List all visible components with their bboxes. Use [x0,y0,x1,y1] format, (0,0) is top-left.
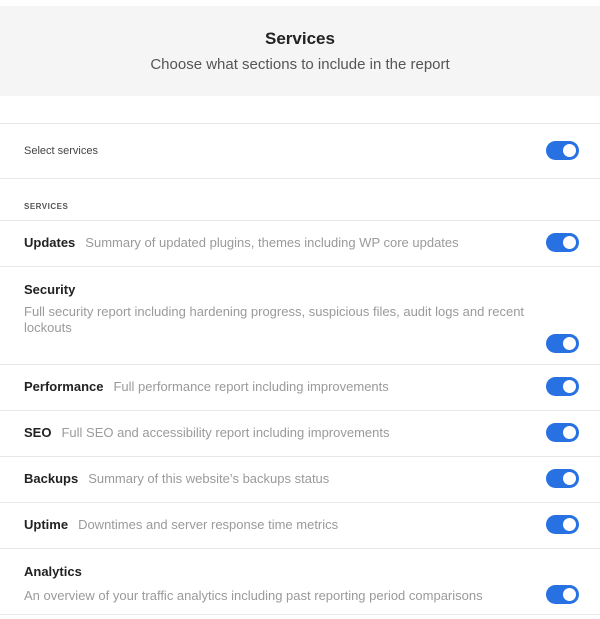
select-services-label: Select services [24,145,98,157]
toggle-knob [563,588,576,601]
toggle-updates[interactable] [546,233,579,252]
service-desc-updates: Summary of updated plugins, themes inclu… [85,235,459,250]
toggle-knob [563,380,576,393]
page-title: Services [265,29,335,48]
toggle-knob [563,337,576,350]
toggle-uptime[interactable] [546,515,579,534]
divider [0,548,600,549]
toggle-knob [563,236,576,249]
section-label: SERVICES [24,202,69,211]
divider [0,178,600,179]
service-name-updates: Updates [24,235,76,250]
service-name-performance: Performance [24,379,104,394]
service-desc-uptime: Downtimes and server response time metri… [78,517,339,532]
service-row-updates: Updates Summary of updated plugins, theme… [24,235,459,251]
toggle-knob [563,472,576,485]
toggle-seo[interactable] [546,423,579,442]
toggle-knob [563,426,576,439]
toggle-knob [563,144,576,157]
service-row-backups: Backups Summary of this website’s backups… [24,471,329,487]
service-name-uptime: Uptime [24,517,69,532]
toggle-knob [563,518,576,531]
service-desc-seo: Full SEO and accessibility report includ… [61,425,390,440]
page-header: Services Choose what sections to include… [0,6,600,96]
service-desc-performance: Full performance report including improv… [113,379,389,394]
divider [0,123,600,124]
service-row-analytics: Analytics [24,564,92,580]
divider [0,364,600,365]
service-desc-backups: Summary of this website’s backups status [88,471,330,486]
divider [0,266,600,267]
service-row-uptime: Uptime Downtimes and server response time… [24,517,338,533]
service-desc-analytics: An overview of your traffic analytics in… [24,588,483,603]
divider [0,614,600,615]
toggle-performance[interactable] [546,377,579,396]
service-desc-security: Full security report including hardening… [24,304,525,335]
toggle-analytics[interactable] [546,585,579,604]
service-row-security: Security [24,282,85,298]
service-row-performance: Performance Full performance report inclu… [24,379,389,395]
divider [0,502,600,503]
service-name-backups: Backups [24,471,79,486]
toggle-backups[interactable] [546,469,579,488]
toggle-security[interactable] [546,334,579,353]
service-name-security: Security [24,282,76,297]
divider [0,456,600,457]
select-services-toggle[interactable] [546,141,579,160]
service-name-seo: SEO [24,425,52,440]
service-name-analytics: Analytics [24,564,82,579]
page-subtitle: Choose what sections to include in the r… [150,56,450,73]
divider [0,410,600,411]
divider [0,220,600,221]
service-row-seo: SEO Full SEO and accessibility report inc… [24,425,390,441]
